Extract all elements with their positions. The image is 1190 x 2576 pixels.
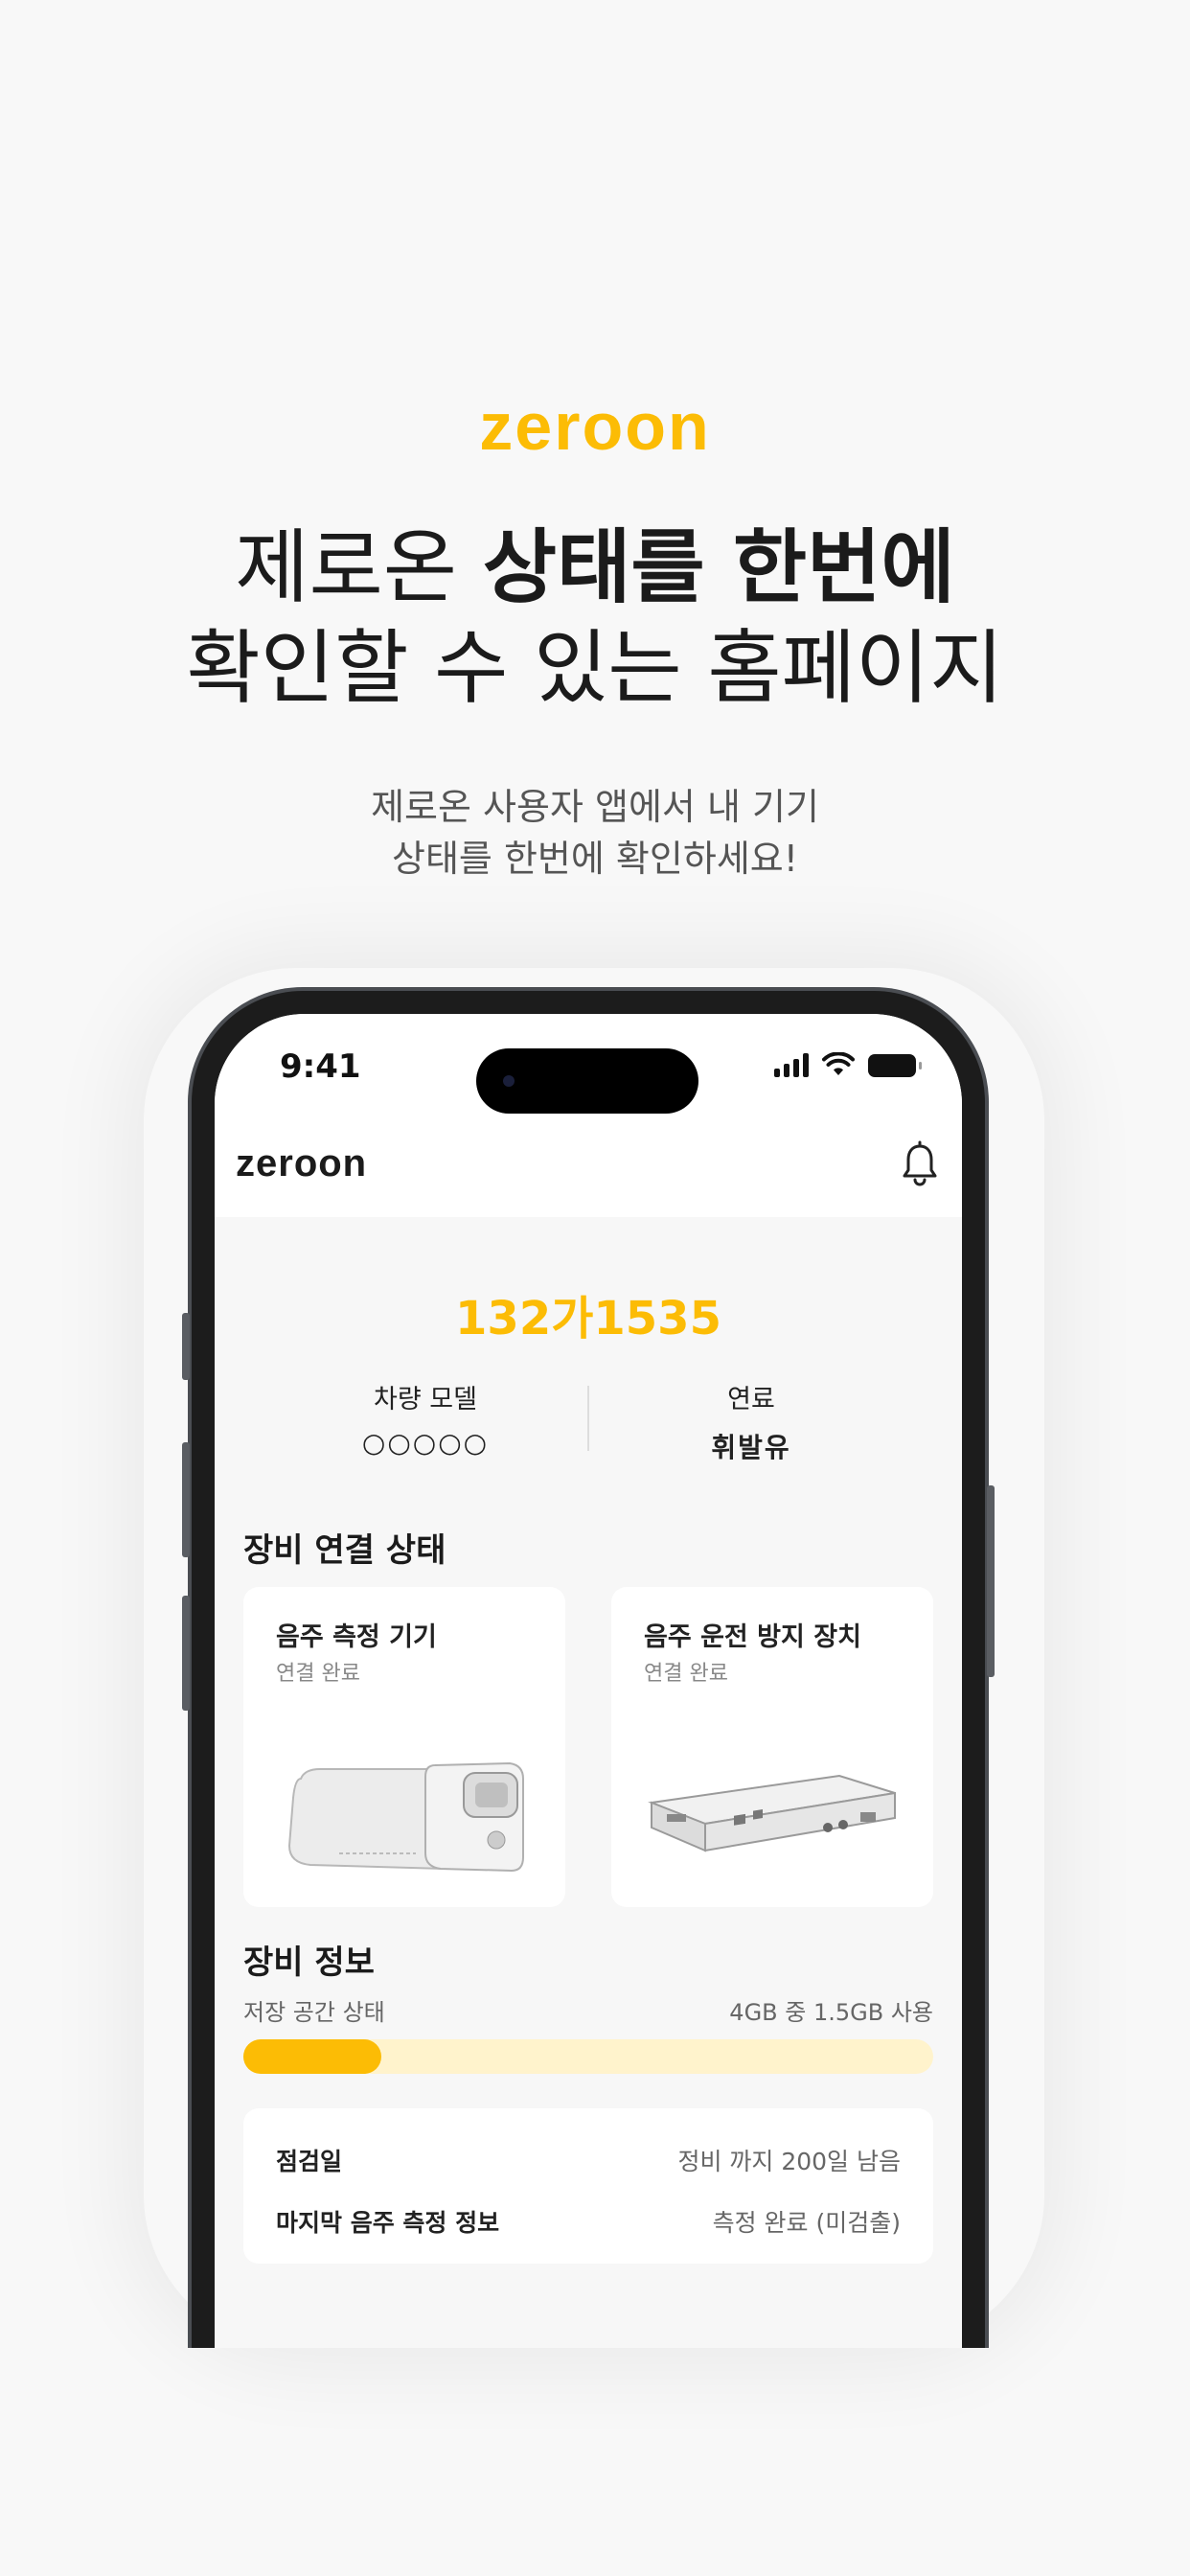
phone-screen: 9:41 zeroon 132가1535 차량 모델 ○○○○○ 연료 휘발유 …: [215, 1014, 962, 2348]
storage-progress-bar: [243, 2039, 933, 2074]
status-bar: 9:41: [215, 1014, 962, 1129]
status-time: 9:41: [280, 1047, 361, 1086]
headline-line-2: 확인할 수 있는 홈페이지: [186, 621, 1004, 715]
connection-section-title: 장비 연결 상태: [243, 1531, 446, 1570]
device-card-interlock[interactable]: 음주 운전 방지 장치 연결 완료: [611, 1587, 933, 1907]
info-label: 마지막 음주 측정 정보: [276, 2209, 500, 2237]
device-status: 연결 완료: [276, 1662, 360, 1686]
device-name: 음주 측정 기기: [276, 1622, 437, 1652]
storage-value: 4GB 중 1.5GB 사용: [729, 1999, 933, 2026]
vehicle-model-value: ○○○○○: [361, 1427, 490, 1459]
brand-logo: zeroon: [479, 389, 711, 464]
info-value: 측정 완료 (미검출): [712, 2209, 901, 2237]
subtitle-line-2: 상태를 한번에 확인하세요!: [392, 838, 798, 880]
vehicle-fuel-value: 휘발유: [711, 1432, 791, 1463]
subtitle: 제로온 사용자 앱에서 내 기기 상태를 한번에 확인하세요!: [0, 781, 1190, 885]
device-info-section-title: 장비 정보: [243, 1944, 375, 1982]
storage-row: 저장 공간 상태 4GB 중 1.5GB 사용: [243, 1993, 933, 2027]
vehicle-fuel-label: 연료: [727, 1385, 775, 1414]
headline: 제로온 상태를 한번에 확인할 수 있는 홈페이지: [0, 518, 1190, 719]
phone-action-button: [182, 1313, 190, 1380]
app-logo: zeroon: [236, 1142, 368, 1184]
phone-volume-down-button: [182, 1596, 190, 1711]
device-name: 음주 운전 방지 장치: [644, 1622, 861, 1652]
info-row-inspection: 점검일 정비 까지 200일 남음: [276, 2143, 901, 2177]
license-plate: 132가1535: [455, 1292, 721, 1346]
wifi-icon: [822, 1052, 855, 1075]
vehicle-fuel: 연료 휘발유: [607, 1378, 895, 1465]
phone-volume-up-button: [182, 1442, 190, 1557]
interlock-device-image: [648, 1774, 896, 1852]
headline-line-1: 제로온 상태를 한번에: [0, 518, 1190, 618]
info-label: 점검일: [276, 2148, 343, 2175]
bell-icon[interactable]: [899, 1140, 941, 1188]
battery-icon: [868, 1054, 922, 1077]
headline-bold: 상태를 한번에: [482, 520, 955, 614]
status-icons: [774, 1052, 922, 1077]
headline-regular: 제로온: [235, 520, 483, 614]
info-value: 정비 까지 200일 남음: [677, 2148, 901, 2175]
device-info-card: 점검일 정비 까지 200일 남음 마지막 음주 측정 정보 측정 완료 (미검…: [243, 2108, 933, 2264]
subtitle-line-1: 제로온 사용자 앱에서 내 기기: [371, 786, 819, 828]
vehicle-info: 차량 모델 ○○○○○ 연료 휘발유: [215, 1378, 962, 1464]
device-card-breathalyzer[interactable]: 음주 측정 기기 연결 완료: [243, 1587, 565, 1907]
signal-icon: [774, 1052, 809, 1077]
app-bar: zeroon: [215, 1129, 962, 1217]
dynamic-island: [476, 1048, 698, 1114]
info-row-last-measurement: 마지막 음주 측정 정보 측정 완료 (미검출): [276, 2204, 901, 2239]
camera-dot: [503, 1075, 515, 1087]
phone-power-button: [987, 1485, 995, 1677]
vehicle-model: 차량 모델 ○○○○○: [282, 1378, 569, 1459]
device-status: 연결 완료: [644, 1662, 728, 1686]
storage-label: 저장 공간 상태: [243, 1999, 385, 2026]
storage-progress-fill: [243, 2039, 381, 2074]
vehicle-model-label: 차량 모델: [374, 1385, 477, 1414]
breathalyzer-device-image: [287, 1761, 524, 1873]
vehicle-divider: [587, 1386, 589, 1451]
